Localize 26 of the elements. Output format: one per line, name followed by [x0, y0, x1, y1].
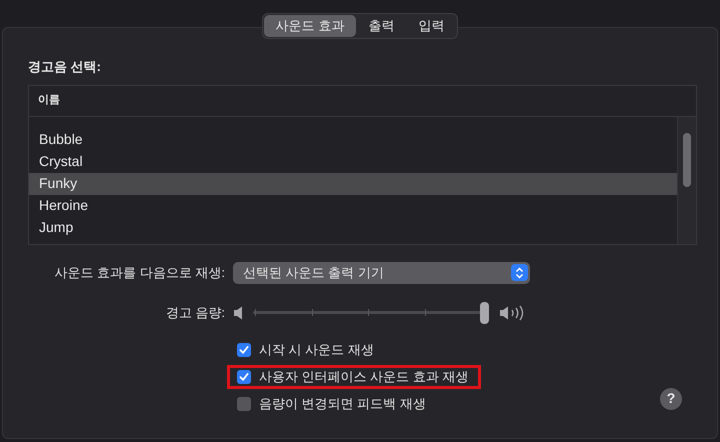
- speaker-loud-icon: [499, 304, 525, 320]
- tab[interactable]: 출력: [356, 15, 406, 37]
- tab[interactable]: 입력: [406, 15, 456, 37]
- checkbox[interactable]: [237, 370, 251, 384]
- checkbox-label: 사용자 인터페이스 사운드 효과 재생: [259, 368, 468, 386]
- section-title: 경고음 선택:: [28, 58, 102, 76]
- list-row[interactable]: Crystal: [29, 150, 677, 172]
- tab[interactable]: 사운드 효과: [264, 15, 356, 37]
- scrollbar[interactable]: [677, 116, 696, 244]
- list-row[interactable]: Funky: [29, 172, 677, 194]
- output-device-dropdown[interactable]: 선택된 사운드 출력 기기: [233, 262, 530, 284]
- list-row[interactable]: Heroine: [29, 194, 677, 216]
- checkbox-label: 시작 시 사운드 재생: [259, 340, 374, 359]
- speaker-low-icon: [233, 306, 243, 320]
- field-label: 경고 음량:: [164, 304, 226, 322]
- list-row[interactable]: Bubble: [29, 128, 677, 150]
- volume-slider[interactable]: [253, 302, 489, 324]
- list-row[interactable]: Jump: [29, 216, 677, 238]
- checkbox-label: 음량이 변경되면 피드백 재생: [259, 394, 426, 413]
- column-header: 이름: [38, 93, 60, 108]
- checkbox[interactable]: [237, 396, 251, 410]
- slider-thumb[interactable]: [480, 302, 489, 324]
- field-label: 사운드 효과를 다음으로 재생:: [54, 264, 226, 282]
- chevron-up-down-icon: [511, 264, 528, 281]
- checkbox[interactable]: [237, 342, 251, 356]
- help-button[interactable]: ?: [660, 388, 682, 410]
